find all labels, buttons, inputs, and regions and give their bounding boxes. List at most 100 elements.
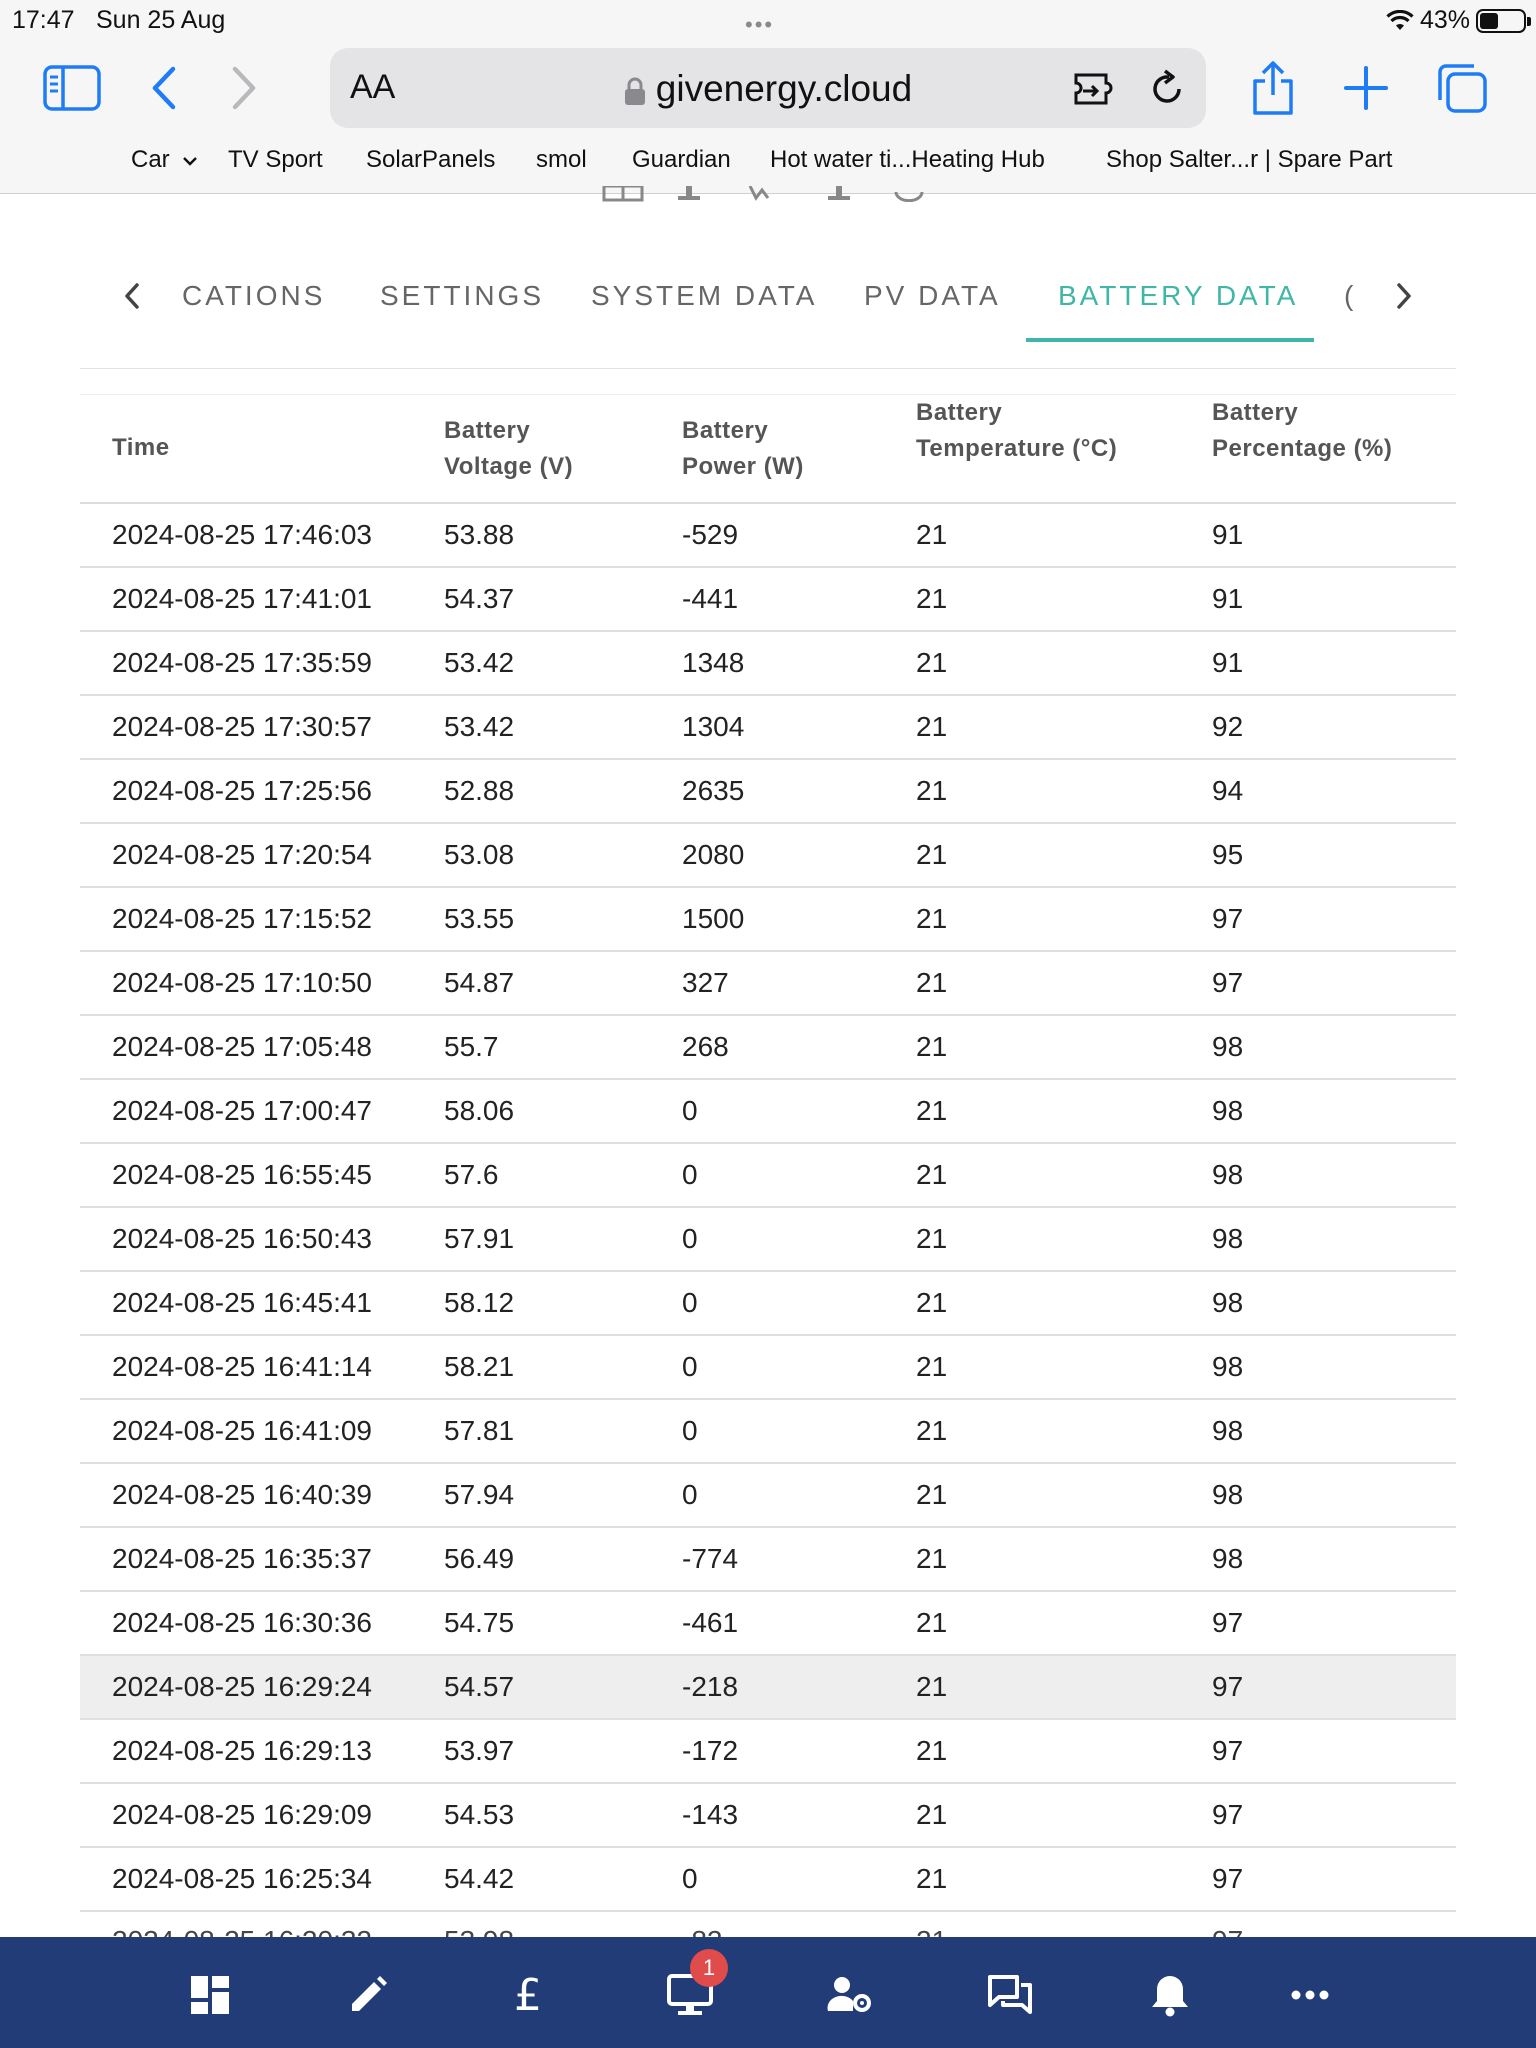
table-row[interactable]: 2024-08-25 16:45:41 58.12 0 21 98: [80, 1272, 1456, 1336]
address-bar[interactable]: AA givenergy.cloud: [330, 48, 1206, 128]
cell-voltage: 54.37: [444, 583, 515, 614]
cell-voltage: 54.57: [444, 1671, 515, 1702]
cell-power: 0: [682, 1223, 698, 1254]
table-row[interactable]: 2024-08-25 16:29:24 54.57 -218 21 97: [80, 1656, 1456, 1720]
cell-percentage: 97: [1212, 1671, 1244, 1702]
cell-percentage: 97: [1212, 1799, 1244, 1830]
table-row[interactable]: 2024-08-25 16:35:37 56.49 -774 21 98: [80, 1528, 1456, 1592]
table-row[interactable]: 2024-08-25 16:29:13 53.97 -172 21 97: [80, 1720, 1456, 1784]
new-tab-button[interactable]: [1336, 58, 1396, 118]
cell-power: -143: [682, 1799, 739, 1830]
bookmark-hot-water[interactable]: Hot water ti...Heating Hub: [770, 146, 1045, 174]
cell-percentage: 98: [1212, 1031, 1244, 1062]
cell-time: 2024-08-25 17:10:50: [112, 967, 372, 998]
tabs-scroll-right-button[interactable]: [1384, 276, 1424, 316]
table-row[interactable]: 2024-08-25 17:20:54 53.08 2080 21 95: [80, 824, 1456, 888]
nav-messages[interactable]: [980, 1967, 1040, 2023]
cell-power: 0: [682, 1351, 698, 1382]
header-line: Battery: [916, 399, 1003, 426]
sidebar-icon: [43, 65, 101, 111]
extensions-button[interactable]: [1072, 64, 1122, 114]
table-row[interactable]: 2024-08-25 16:40:39 57.94 0 21 98: [80, 1464, 1456, 1528]
column-header-temperature[interactable]: Battery Temperature (°C): [916, 395, 1117, 467]
cell-voltage: 54.87: [444, 967, 515, 998]
bookmark-tv-sport[interactable]: TV Sport: [228, 146, 323, 174]
table-row[interactable]: 2024-08-25 16:50:43 57.91 0 21 98: [80, 1208, 1456, 1272]
cell-time: 2024-08-25 17:41:01: [112, 583, 372, 614]
cell-percentage: 98: [1212, 1095, 1244, 1126]
back-button[interactable]: [134, 58, 194, 118]
cell-time: 2024-08-25 16:50:43: [112, 1223, 372, 1254]
nav-monitor[interactable]: 1: [660, 1949, 728, 2023]
cell-temperature: 21: [916, 1863, 948, 1894]
nav-edit[interactable]: [338, 1967, 398, 2023]
chevron-left-icon: [152, 66, 176, 110]
table-row[interactable]: 2024-08-25 16:25:34 54.42 0 21 97: [80, 1848, 1456, 1912]
cell-time: 2024-08-25 16:41:14: [112, 1351, 372, 1382]
cell-percentage: 98: [1212, 1351, 1244, 1382]
bookmark-guardian[interactable]: Guardian: [632, 146, 731, 174]
cell-percentage: 97: [1212, 1863, 1244, 1894]
reload-button[interactable]: [1142, 64, 1192, 114]
cell-temperature: 21: [916, 903, 948, 934]
header-icons-partial: [600, 186, 940, 202]
nav-tariff[interactable]: £: [498, 1967, 558, 2023]
cell-temperature: 21: [916, 1543, 948, 1574]
table-row[interactable]: 2024-08-25 16:29:09 54.53 -143 21 97: [80, 1784, 1456, 1848]
table-row[interactable]: 2024-08-25 17:15:52 53.55 1500 21 97: [80, 888, 1456, 952]
cell-percentage: 98: [1212, 1287, 1244, 1318]
data-tabs: CATIONS SETTINGS SYSTEM DATA PV DATA BAT…: [0, 250, 1536, 346]
plus-icon: [1344, 66, 1388, 110]
tab-system-data[interactable]: SYSTEM DATA: [591, 280, 817, 312]
bookmark-smol[interactable]: smol: [536, 146, 587, 174]
cell-percentage: 91: [1212, 583, 1244, 614]
nav-more[interactable]: [1280, 1967, 1340, 2023]
reload-icon: [1153, 69, 1181, 103]
cell-temperature: 21: [916, 839, 948, 870]
multitasking-dots-icon[interactable]: •••: [745, 12, 774, 38]
table-row[interactable]: 2024-08-25 17:35:59 53.42 1348 21 91: [80, 632, 1456, 696]
cell-power: -774: [682, 1543, 739, 1574]
nav-account-settings[interactable]: [820, 1967, 880, 2023]
cell-time: 2024-08-25 16:35:37: [112, 1543, 372, 1574]
chevron-down-icon: [183, 156, 198, 166]
tabs-scroll-left-button[interactable]: [112, 276, 152, 316]
table-row[interactable]: 2024-08-25 17:46:03 53.88 -529 21 91: [80, 504, 1456, 568]
bookmark-car[interactable]: Car: [131, 146, 198, 174]
chat-icon: [988, 1975, 1032, 2014]
column-header-power[interactable]: Battery Power (W): [682, 413, 804, 485]
table-row[interactable]: 2024-08-25 17:30:57 53.42 1304 21 92: [80, 696, 1456, 760]
sidebar-toggle-button[interactable]: [42, 58, 102, 118]
table-row[interactable]: 2024-08-25 16:30:36 54.75 -461 21 97: [80, 1592, 1456, 1656]
tab-notifications[interactable]: CATIONS: [182, 280, 325, 312]
table-row[interactable]: 2024-08-25 17:41:01 54.37 -441 21 91: [80, 568, 1456, 632]
bookmark-shop-salter[interactable]: Shop Salter...r | Spare Part: [1106, 146, 1392, 174]
nav-notifications[interactable]: [1140, 1967, 1200, 2023]
column-header-percentage[interactable]: Battery Percentage (%): [1212, 395, 1392, 467]
cell-temperature: 21: [916, 519, 948, 550]
table-row[interactable]: 2024-08-25 17:00:47 58.06 0 21 98: [80, 1080, 1456, 1144]
table-row[interactable]: 2024-08-25 16:41:09 57.81 0 21 98: [80, 1400, 1456, 1464]
bookmark-solarpanels[interactable]: SolarPanels: [366, 146, 495, 174]
cell-temperature: 21: [916, 1287, 948, 1318]
table-row[interactable]: 2024-08-25 16:55:45 57.6 0 21 98: [80, 1144, 1456, 1208]
forward-button[interactable]: [214, 58, 274, 118]
header-line: Percentage (%): [1212, 435, 1393, 462]
table-row[interactable]: 2024-08-25 16:41:14 58.21 0 21 98: [80, 1336, 1456, 1400]
table-row[interactable]: 2024-08-25 17:10:50 54.87 327 21 97: [80, 952, 1456, 1016]
cell-voltage: 53.42: [444, 711, 515, 742]
tab-pv-data[interactable]: PV DATA: [864, 280, 1001, 312]
share-button[interactable]: [1243, 58, 1303, 118]
cell-temperature: 21: [916, 647, 948, 678]
table-row[interactable]: 2024-08-25 17:25:56 52.88 2635 21 94: [80, 760, 1456, 824]
cell-temperature: 21: [916, 967, 948, 998]
tab-overview-button[interactable]: [1432, 58, 1492, 118]
column-header-time[interactable]: Time: [112, 430, 170, 466]
tab-battery-data[interactable]: BATTERY DATA: [1058, 280, 1298, 312]
column-header-voltage[interactable]: Battery Voltage (V): [444, 413, 573, 485]
cell-power: 327: [682, 967, 729, 998]
table-row[interactable]: 2024-08-25 17:05:48 55.7 268 21 98: [80, 1016, 1456, 1080]
tab-settings[interactable]: SETTINGS: [380, 280, 544, 312]
tab-next-partial[interactable]: (: [1344, 280, 1356, 312]
nav-dashboard[interactable]: [180, 1967, 240, 2023]
